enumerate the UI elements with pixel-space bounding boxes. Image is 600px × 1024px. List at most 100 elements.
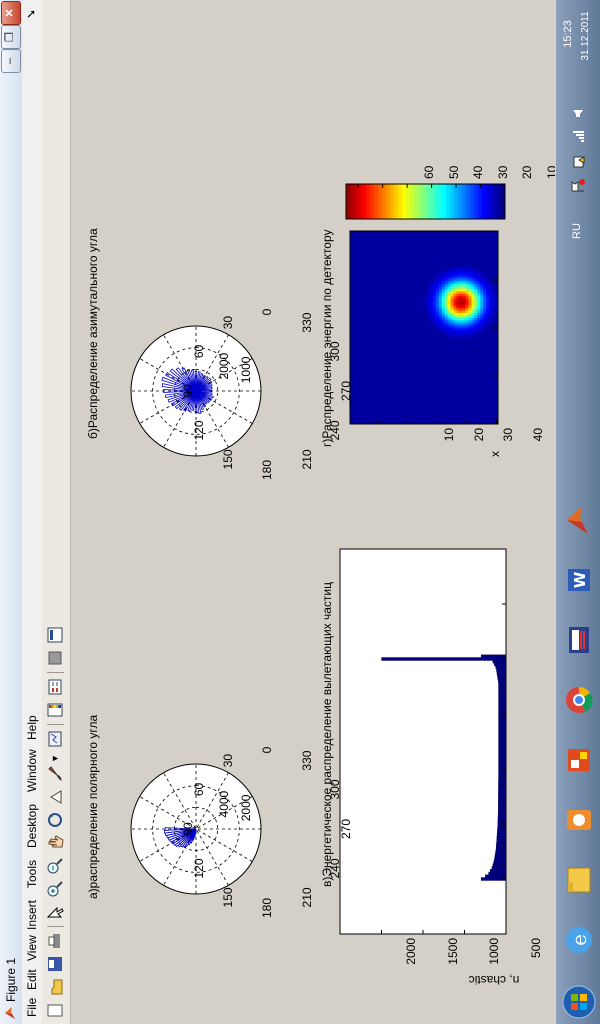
heatmap-cell bbox=[465, 278, 469, 282]
maximize-button[interactable]: ❐ bbox=[1, 25, 21, 49]
volume-icon[interactable] bbox=[570, 104, 586, 120]
rotate-3d-icon[interactable] bbox=[46, 811, 64, 829]
heatmap-cell bbox=[438, 319, 443, 323]
heatmap-cell bbox=[492, 293, 496, 297]
network-signal-icon[interactable] bbox=[570, 128, 586, 144]
menu-desktop[interactable]: Desktop bbox=[25, 804, 39, 848]
heatmap-cell bbox=[465, 303, 469, 306]
heatmap-cell bbox=[441, 298, 446, 301]
heatmap-cell bbox=[435, 327, 440, 330]
edit-plot-arrow-icon[interactable] bbox=[46, 903, 64, 921]
histogram-bar bbox=[498, 783, 507, 788]
heatmap-cell bbox=[483, 315, 487, 318]
link-plot-icon[interactable] bbox=[46, 730, 64, 748]
histogram-bar bbox=[498, 726, 507, 730]
polar-a-radial-label: 2000 bbox=[238, 794, 253, 822]
colorbar-icon[interactable] bbox=[46, 701, 64, 719]
heatmap-cell bbox=[471, 271, 475, 275]
power-warning-icon[interactable] bbox=[570, 154, 586, 170]
heatmap-cell bbox=[480, 324, 484, 328]
heatmap-cell bbox=[471, 332, 475, 335]
histogram-bar bbox=[498, 764, 507, 768]
heatmap-cell bbox=[468, 305, 472, 309]
menu-window[interactable]: Window bbox=[25, 749, 39, 792]
heatmap-cell bbox=[432, 322, 437, 326]
heatmap-cell bbox=[450, 317, 454, 321]
zoom-out-icon[interactable] bbox=[46, 857, 64, 875]
flash-drive-icon[interactable] bbox=[560, 614, 598, 666]
data-cursor-icon[interactable] bbox=[46, 788, 64, 806]
menu-edit[interactable]: Edit bbox=[25, 969, 39, 990]
heatmap-cell bbox=[429, 291, 434, 294]
language-indicator[interactable]: RU bbox=[571, 223, 583, 239]
heatmap-cell bbox=[468, 322, 472, 326]
open-file-icon[interactable] bbox=[46, 978, 64, 996]
heatmap-cell bbox=[453, 266, 457, 270]
chrome-icon[interactable] bbox=[560, 674, 598, 726]
heatmap-cell bbox=[432, 310, 437, 314]
print-icon[interactable] bbox=[46, 932, 64, 950]
clock-date[interactable]: 31.12.2011 bbox=[580, 3, 591, 69]
hide-plot-tools-icon[interactable] bbox=[46, 649, 64, 667]
brush-icon[interactable] bbox=[46, 765, 64, 783]
start-button-icon[interactable] bbox=[560, 980, 598, 1024]
internet-explorer-icon[interactable]: e bbox=[560, 914, 598, 966]
menu-tools[interactable]: Tools bbox=[25, 860, 39, 888]
heatmap-cell bbox=[471, 291, 475, 294]
menu-file[interactable]: File bbox=[25, 998, 39, 1017]
heatmap-cell bbox=[465, 332, 469, 335]
menu-insert[interactable]: Insert bbox=[25, 900, 39, 930]
menu-help[interactable]: Help bbox=[25, 715, 39, 740]
heatmap-cell bbox=[459, 307, 463, 311]
save-icon[interactable] bbox=[46, 955, 64, 973]
heatmap-cell bbox=[441, 310, 446, 314]
heatmap-cell bbox=[444, 271, 448, 275]
minimize-button[interactable]: – bbox=[1, 49, 21, 73]
heatmap-cell bbox=[459, 312, 463, 316]
menu-view[interactable]: View bbox=[25, 935, 39, 961]
heatmap-cell bbox=[453, 291, 457, 294]
histogram-bar bbox=[495, 852, 507, 856]
heatmap-cell bbox=[438, 281, 443, 285]
histogram-bar bbox=[498, 682, 507, 686]
polar-b-angle-label: 330 bbox=[299, 312, 314, 333]
heatmap-cell bbox=[471, 288, 475, 292]
legend-icon[interactable] bbox=[46, 678, 64, 696]
zoom-in-icon[interactable] bbox=[46, 880, 64, 898]
new-figure-icon[interactable] bbox=[46, 1001, 64, 1019]
heatmap-cell bbox=[435, 274, 440, 277]
heatmap-cell bbox=[432, 298, 437, 301]
histogram-bar bbox=[497, 816, 507, 821]
colorbar-segment bbox=[401, 184, 407, 219]
heatmap-cell bbox=[462, 310, 466, 314]
installer-icon[interactable] bbox=[560, 794, 598, 846]
colorbar-segment bbox=[453, 184, 458, 219]
heatmap-cell bbox=[477, 319, 481, 323]
heatmap-cell bbox=[447, 281, 451, 285]
heatmap-cell bbox=[429, 307, 434, 311]
heatmap-cell bbox=[444, 327, 448, 330]
show-plot-tools-icon[interactable] bbox=[46, 626, 64, 644]
heatmap-cell bbox=[453, 269, 457, 273]
heatmap-cell bbox=[429, 305, 434, 309]
heatmap-cell bbox=[480, 300, 484, 304]
menubar-arrow-icon[interactable]: ➘ bbox=[24, 9, 38, 19]
heatmap-cell bbox=[459, 327, 463, 330]
polar-a-angle-label: 300 bbox=[328, 779, 343, 800]
flag-notification-icon[interactable] bbox=[570, 178, 586, 194]
histogram-axes-box bbox=[339, 548, 507, 935]
office-icon[interactable] bbox=[560, 734, 598, 786]
pan-hand-icon[interactable] bbox=[46, 834, 64, 852]
heatmap-cell bbox=[468, 283, 472, 287]
heatmap-cell bbox=[471, 274, 475, 277]
heatmap-cell bbox=[435, 291, 440, 294]
clock-time[interactable]: 15:23 bbox=[562, 4, 574, 64]
close-button[interactable]: ✕ bbox=[1, 1, 21, 25]
heatmap-cell bbox=[471, 312, 475, 316]
file-explorer-icon[interactable] bbox=[560, 854, 598, 906]
heatmap-cell bbox=[459, 266, 463, 270]
matlab-taskbar-icon[interactable] bbox=[560, 494, 598, 546]
heatmap-cell bbox=[477, 278, 481, 282]
heatmap-cell bbox=[456, 327, 460, 330]
word-icon[interactable]: W bbox=[560, 554, 598, 606]
